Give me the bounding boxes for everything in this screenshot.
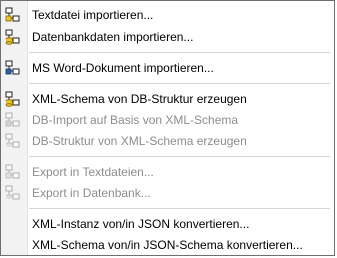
- menu-item-export-text[interactable]: Export in Textdateien...: [1, 161, 334, 183]
- menu-item-label: DB-Import auf Basis von XML-Schema: [32, 113, 239, 127]
- menu-item-import-database[interactable]: Datenbankdaten importieren...: [1, 26, 334, 48]
- menu-item-db-import-schema[interactable]: DB-Import auf Basis von XML-Schema: [1, 109, 334, 131]
- context-menu: Textdatei importieren... Datenbankdaten …: [0, 0, 335, 256]
- menu-separator: [29, 208, 330, 209]
- convert-json-schema-icon: [5, 237, 21, 253]
- menu-separator: [29, 52, 330, 53]
- import-word-icon: [5, 60, 21, 76]
- menu-item-label: XML-Schema von DB-Struktur erzeugen: [32, 92, 247, 106]
- import-database-icon: [5, 29, 21, 45]
- menu-item-label: DB-Struktur von XML-Schema erzeugen: [32, 134, 247, 148]
- menu-item-label: Export in Textdateien...: [32, 165, 154, 179]
- schema-from-db-icon: [5, 91, 21, 107]
- menu-item-export-database[interactable]: Export in Datenbank...: [1, 182, 334, 204]
- db-import-schema-icon: [5, 112, 21, 128]
- menu-item-import-text-file[interactable]: Textdatei importieren...: [1, 4, 334, 26]
- menu-item-db-structure-from-schema[interactable]: DB-Struktur von XML-Schema erzeugen: [1, 130, 334, 152]
- menu-item-label: MS Word-Dokument importieren...: [32, 61, 214, 75]
- menu-item-convert-json-schema[interactable]: XML-Schema von/in JSON-Schema konvertier…: [1, 234, 334, 256]
- menu-item-label: Datenbankdaten importieren...: [32, 30, 194, 44]
- db-structure-icon: [5, 133, 21, 149]
- menu-item-label: Export in Datenbank...: [32, 186, 151, 200]
- menu-item-label: XML-Instanz von/in JSON konvertieren...: [32, 217, 250, 231]
- import-text-file-icon: [5, 7, 21, 23]
- menu-separator: [29, 156, 330, 157]
- export-text-icon: [5, 164, 21, 180]
- menu-item-schema-from-db[interactable]: XML-Schema von DB-Struktur erzeugen: [1, 88, 334, 110]
- menu-item-import-word[interactable]: MS Word-Dokument importieren...: [1, 57, 334, 79]
- menu-separator: [29, 83, 330, 84]
- menu-item-label: XML-Schema von/in JSON-Schema konvertier…: [32, 238, 303, 252]
- menu-item-convert-json-instance[interactable]: XML-Instanz von/in JSON konvertieren...: [1, 213, 334, 235]
- menu-item-label: Textdatei importieren...: [32, 8, 154, 22]
- convert-json-instance-icon: [5, 216, 21, 232]
- export-database-icon: [5, 185, 21, 201]
